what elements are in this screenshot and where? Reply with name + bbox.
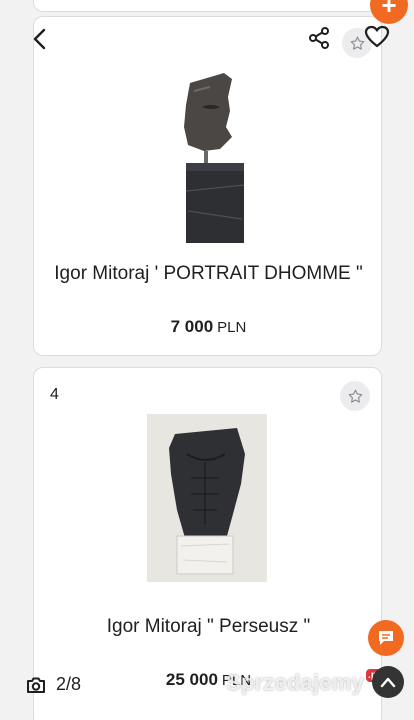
favorite-button[interactable] bbox=[362, 22, 392, 52]
chat-icon bbox=[379, 631, 393, 645]
chat-button[interactable] bbox=[368, 620, 404, 656]
price-amount: 25 000 bbox=[165, 670, 218, 689]
lot-title[interactable]: Igor Mitoraj " Perseusz " bbox=[44, 616, 373, 638]
price-currency: PLN bbox=[217, 319, 247, 336]
lot-number: 4 bbox=[50, 386, 59, 403]
star-icon bbox=[348, 389, 362, 403]
sculpture-photo[interactable] bbox=[147, 414, 267, 582]
site-watermark: Sprzedajemy.pl bbox=[226, 669, 383, 696]
share-icon bbox=[309, 27, 329, 49]
lot-card[interactable]: Igor Mitoraj ' PORTRAIT DHOMME " 7 000 PL… bbox=[33, 16, 382, 356]
heart-icon bbox=[364, 25, 390, 48]
watermark-text: Sprzedajemy bbox=[226, 670, 364, 695]
sculpture-photo[interactable] bbox=[180, 71, 250, 255]
add-to-watchlist-button[interactable] bbox=[340, 381, 370, 411]
lot-price: 7 000 PLN bbox=[34, 317, 383, 337]
share-button[interactable] bbox=[305, 24, 333, 52]
camera-icon bbox=[27, 677, 45, 693]
chevron-left-icon bbox=[33, 28, 46, 50]
lot-title[interactable]: Igor Mitoraj ' PORTRAIT DHOMME " bbox=[44, 263, 373, 285]
scroll-to-top-button[interactable] bbox=[372, 666, 404, 698]
previous-lot-card bbox=[33, 0, 382, 12]
gallery-counter-text: 2/8 bbox=[56, 674, 82, 694]
gallery-counter: 2/8 bbox=[26, 674, 81, 695]
chevron-up-icon bbox=[380, 677, 396, 688]
back-button[interactable] bbox=[26, 24, 56, 54]
price-amount: 7 000 bbox=[170, 317, 214, 336]
lot-card[interactable]: 4 Igor Mitoraj " Perseusz " 25 000 PLN bbox=[33, 367, 382, 720]
listing-gallery: Igor Mitoraj ' PORTRAIT DHOMME " 7 000 PL… bbox=[0, 0, 414, 720]
